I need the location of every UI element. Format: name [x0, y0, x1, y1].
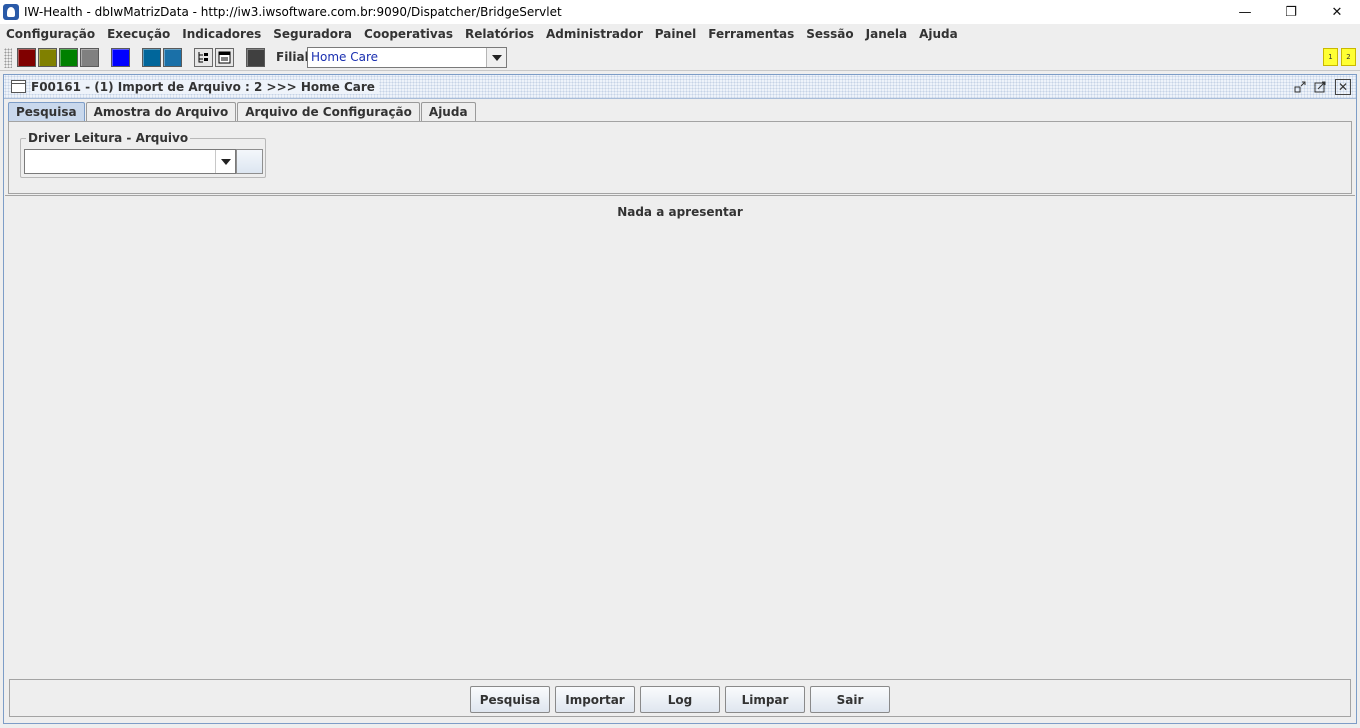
maximize-frame-icon[interactable] [1312, 79, 1328, 95]
tab-arquivo-de-configuracao[interactable]: Arquivo de Configuração [237, 102, 420, 121]
tab-amostra-do-arquivo[interactable]: Amostra do Arquivo [85, 102, 237, 121]
toolbar [0, 44, 1360, 71]
menu-ferramentas[interactable]: Ferramentas [702, 24, 800, 44]
close-frame-icon[interactable]: ✕ [1335, 79, 1351, 95]
driver-browse-button[interactable] [236, 149, 263, 174]
menu-relatorios[interactable]: Relatórios [459, 24, 540, 44]
menu-seguradora[interactable]: Seguradora [267, 24, 358, 44]
menu-painel[interactable]: Painel [649, 24, 702, 44]
color-swatch-dark-red[interactable] [17, 48, 36, 67]
notification-badge-1[interactable]: 1 [1323, 48, 1338, 66]
chevron-down-icon[interactable] [486, 48, 506, 67]
tree-view-icon[interactable] [194, 48, 213, 67]
empty-message: Nada a apresentar [617, 205, 743, 219]
menu-administrador[interactable]: Administrador [540, 24, 649, 44]
menu-execucao[interactable]: Execução [101, 24, 176, 44]
action-bar: Pesquisa Importar Log Limpar Sair [9, 679, 1351, 717]
results-area: Nada a apresentar [5, 195, 1355, 679]
window-titlebar: IW-Health - dbIwMatrizData - http://iw3.… [0, 0, 1360, 24]
color-swatch-teal[interactable] [142, 48, 161, 67]
window-list-icon[interactable] [215, 48, 234, 67]
color-swatch-gray[interactable] [80, 48, 99, 67]
tab-ajuda[interactable]: Ajuda [420, 102, 476, 121]
color-swatch-olive[interactable] [38, 48, 57, 67]
color-swatch-blue[interactable] [111, 48, 130, 67]
sair-button[interactable]: Sair [810, 686, 890, 713]
tab-pesquisa[interactable]: Pesquisa [8, 102, 85, 121]
color-swatch-dark-gray[interactable] [246, 48, 265, 67]
menu-ajuda[interactable]: Ajuda [913, 24, 964, 44]
tab-bar: Pesquisa Amostra do Arquivo Arquivo de C… [8, 102, 477, 122]
chevron-down-icon[interactable] [215, 150, 235, 173]
menu-janela[interactable]: Janela [860, 24, 913, 44]
search-panel: Driver Leitura - Arquivo [8, 121, 1352, 194]
driver-select[interactable] [24, 149, 236, 174]
window-controls: — ❐ ✕ [1222, 0, 1360, 24]
frame-titlebar[interactable]: F00161 - (1) Import de Arquivo : 2 >>> H… [4, 75, 1356, 99]
filial-select-value: Home Care [311, 50, 379, 64]
notification-badge-2[interactable]: 2 [1341, 48, 1356, 66]
menu-cooperativas[interactable]: Cooperativas [358, 24, 459, 44]
menu-configuracao[interactable]: Configuração [0, 24, 101, 44]
app-logo-icon [3, 4, 19, 20]
filial-select[interactable]: Home Care [307, 47, 507, 68]
menu-bar: Configuração Execução Indicadores Segura… [0, 24, 1360, 44]
internal-frame: F00161 - (1) Import de Arquivo : 2 >>> H… [3, 74, 1357, 724]
driver-group: Driver Leitura - Arquivo [20, 131, 266, 178]
pesquisa-button[interactable]: Pesquisa [470, 686, 550, 713]
menu-sessao[interactable]: Sessão [800, 24, 859, 44]
frame-title: F00161 - (1) Import de Arquivo : 2 >>> H… [31, 80, 379, 94]
log-button[interactable]: Log [640, 686, 720, 713]
minimize-frame-icon[interactable] [1292, 79, 1308, 95]
driver-group-label: Driver Leitura - Arquivo [26, 131, 191, 145]
menu-indicadores[interactable]: Indicadores [176, 24, 267, 44]
frame-window-icon [11, 80, 26, 93]
color-swatch-steel-blue[interactable] [163, 48, 182, 67]
close-button[interactable]: ✕ [1314, 0, 1360, 24]
toolbar-grip[interactable] [4, 48, 12, 68]
importar-button[interactable]: Importar [555, 686, 635, 713]
limpar-button[interactable]: Limpar [725, 686, 805, 713]
restore-button[interactable]: ❐ [1268, 0, 1314, 24]
minimize-button[interactable]: — [1222, 0, 1268, 24]
window-title: IW-Health - dbIwMatrizData - http://iw3.… [24, 5, 562, 19]
color-swatch-green[interactable] [59, 48, 78, 67]
